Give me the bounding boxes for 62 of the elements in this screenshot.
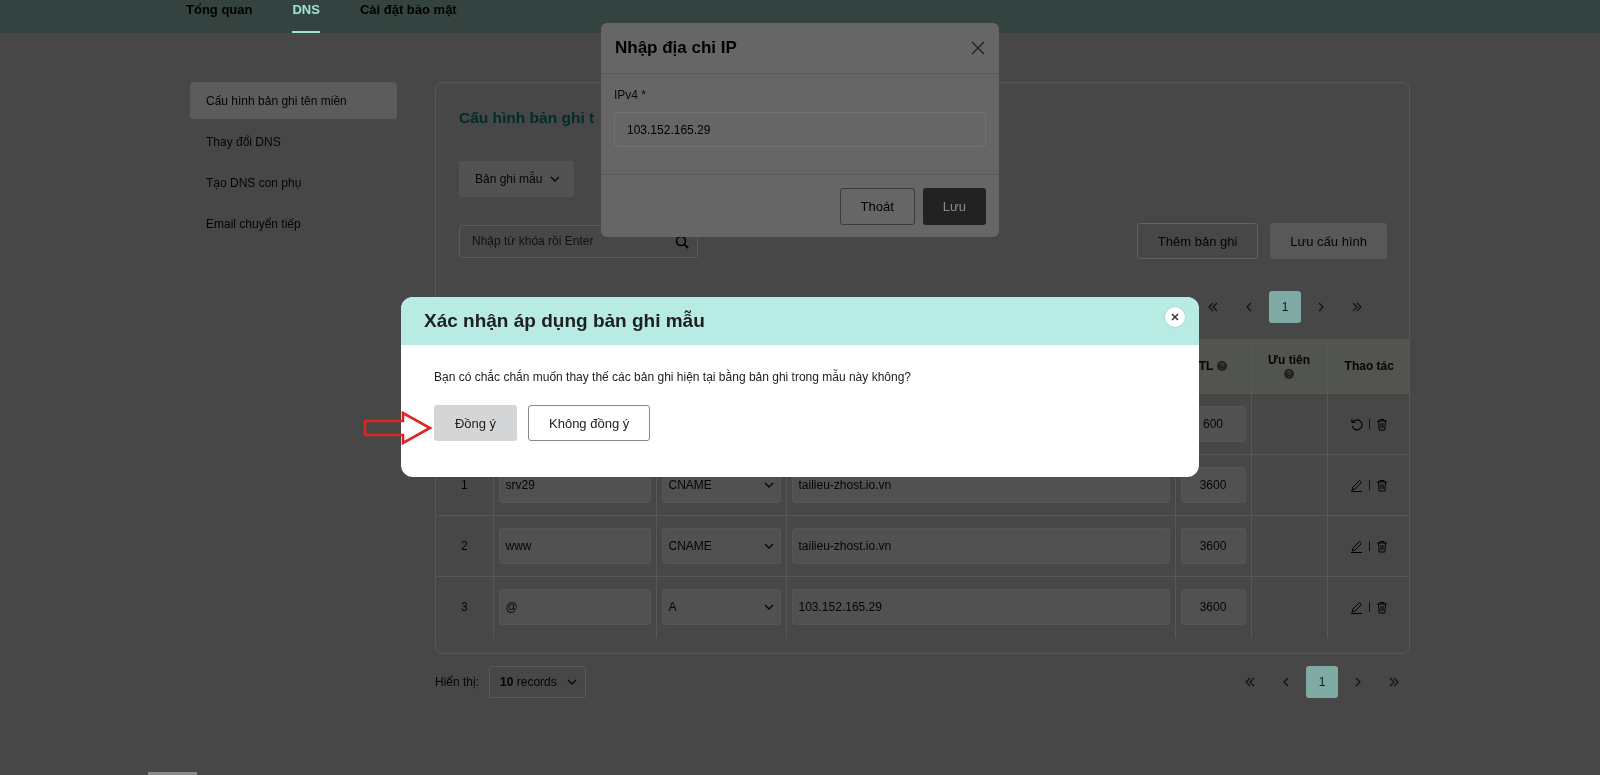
last-page-icon (1351, 301, 1363, 313)
edit-icon[interactable] (1350, 478, 1364, 492)
scrollbar-thumb[interactable] (148, 772, 197, 775)
page-size-select[interactable]: 10 records (489, 666, 586, 698)
page-button[interactable]: 1 (1306, 666, 1338, 698)
page-size-label: Hiển thị: (435, 675, 480, 689)
disagree-button[interactable]: Không đồng ý (528, 405, 651, 441)
save-button[interactable]: Lưu (922, 187, 986, 225)
value-field[interactable]: tailieu-zhost.io.vn (791, 528, 1170, 564)
column-header: Thao tác (1344, 359, 1394, 373)
chevron-down-icon (763, 543, 774, 549)
sidebar-item[interactable]: Cấu hình bản ghi tên miền (190, 82, 397, 119)
trash-icon[interactable] (1376, 600, 1389, 614)
row-number: 3 (460, 600, 468, 615)
close-button[interactable] (1165, 307, 1185, 327)
sidebar-item[interactable]: Thay đổi DNS (190, 123, 397, 160)
close-icon (971, 41, 985, 55)
value-field[interactable]: 103.152.165.29 (791, 589, 1170, 626)
add-record-button[interactable]: Thêm bản ghi (1136, 223, 1259, 259)
chevron-down-icon (550, 176, 561, 182)
name-field[interactable]: www (498, 528, 651, 564)
last-page-icon (1388, 676, 1400, 688)
sidebar-item[interactable]: Tạo DNS con phụ (190, 164, 397, 201)
chevron-down-icon (763, 482, 774, 488)
page-button[interactable]: 1 (1269, 291, 1301, 323)
agree-button[interactable]: Đồng ý (434, 405, 517, 441)
dialog-title: Nhập địa chỉ IP (615, 38, 737, 58)
close-icon (1171, 313, 1179, 321)
dialog-title: Xác nhận áp dụng bản ghi mẫu (424, 310, 705, 332)
first-page-icon (1244, 676, 1256, 688)
trash-icon[interactable] (1376, 539, 1389, 553)
section-title: Cấu hình bản ghi t (459, 109, 595, 127)
row-number: 1 (460, 478, 468, 492)
ttl-field[interactable]: 3600 (1180, 589, 1246, 626)
ttl-field[interactable]: 3600 (1180, 528, 1246, 564)
ttl-field[interactable]: 3600 (1180, 467, 1246, 503)
field-label: IPv4 * (614, 88, 647, 102)
column-header: Ưu tiên (1268, 353, 1310, 367)
confirm-message: Bạn có chắc chắn muốn thay thế các bản ghi hiện tại bằng bản ghi trong mẫu này không? (434, 370, 912, 384)
chevron-down-icon (566, 679, 577, 685)
trash-icon[interactable] (1376, 417, 1389, 431)
sidebar-item[interactable]: Email chuyển tiếp (190, 205, 397, 242)
undo-icon[interactable] (1350, 417, 1364, 431)
first-page-icon (1207, 301, 1219, 313)
pointer-arrow (363, 411, 433, 445)
nav-tab[interactable]: Tổng quan (186, 0, 253, 33)
edit-icon[interactable] (1350, 600, 1364, 614)
type-select[interactable]: A (661, 589, 781, 626)
name-field[interactable]: @ (498, 589, 651, 626)
save-config-button[interactable]: Lưu cấu hình (1270, 223, 1387, 259)
type-select[interactable]: CNAME (661, 528, 781, 564)
search-icon[interactable] (675, 234, 689, 249)
row-number: 2 (460, 539, 468, 553)
ip-input-field[interactable]: 103.152.165.29 (614, 112, 986, 147)
nav-tab[interactable]: DNS (292, 0, 320, 33)
nav-tab[interactable]: Cài đặt bảo mật (359, 0, 457, 33)
trash-icon[interactable] (1376, 478, 1389, 492)
template-dropdown[interactable]: Bản ghi mẫu (459, 161, 574, 197)
chevron-down-icon (763, 604, 774, 611)
column-header: TL (1198, 359, 1214, 373)
edit-icon[interactable] (1350, 539, 1364, 553)
cancel-button[interactable]: Thoát (839, 187, 915, 225)
